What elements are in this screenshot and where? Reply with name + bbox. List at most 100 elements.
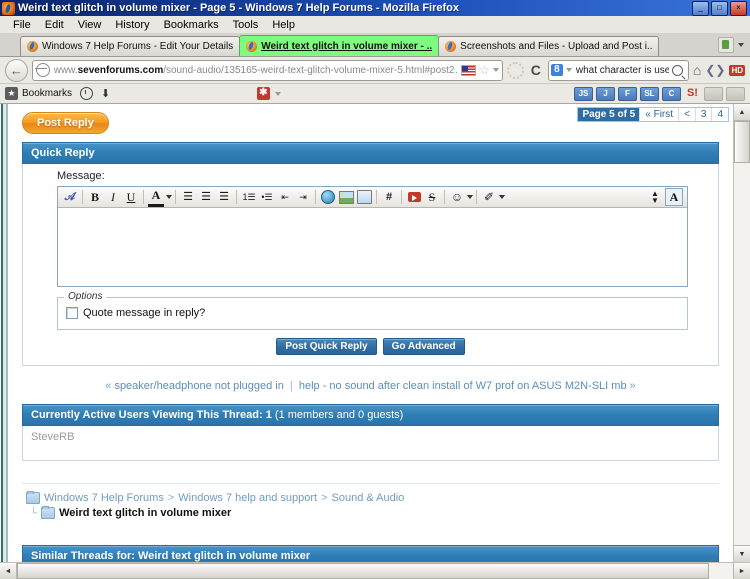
text-size-icon[interactable]: ▲ ▼	[647, 189, 663, 205]
bullet-list-icon[interactable]: •☰	[259, 189, 275, 205]
browser-tab-3-label: Screenshots and Files - Upload and Post …	[460, 41, 653, 52]
insert-hash-icon[interactable]: #	[381, 189, 397, 205]
active-users-list: SteveRB	[22, 426, 719, 461]
menu-item-file[interactable]: File	[6, 18, 38, 32]
breadcrumb-item-forums[interactable]: Windows 7 Help Forums	[44, 492, 164, 504]
search-engine-icon[interactable]: 8	[550, 64, 563, 76]
search-icon[interactable]	[671, 64, 683, 76]
horizontal-scrollbar[interactable]: ◄ ►	[0, 562, 750, 579]
attachment-icon[interactable]: ✐	[481, 189, 497, 205]
pagination-first[interactable]: « First	[639, 108, 679, 121]
quote-message-checkbox[interactable]	[66, 307, 78, 319]
browser-tab-2-active[interactable]: Weird text glitch in volume mixer - ..	[239, 35, 440, 56]
menu-item-bookmarks[interactable]: Bookmarks	[157, 18, 226, 32]
align-right-icon[interactable]: ☰	[216, 189, 232, 205]
insert-video-icon[interactable]	[406, 189, 422, 205]
insert-link-icon[interactable]	[320, 189, 336, 205]
addon-f-icon[interactable]: F	[617, 86, 637, 101]
scroll-left-button[interactable]: ◄	[0, 563, 17, 579]
breadcrumb-item-help[interactable]: Windows 7 help and support	[178, 492, 317, 504]
insert-image-icon[interactable]	[338, 189, 354, 205]
message-textarea[interactable]	[58, 208, 687, 286]
wysiwyg-toggle-icon[interactable]: A	[665, 188, 683, 206]
menu-item-view[interactable]: View	[71, 18, 109, 32]
bold-icon[interactable]: B	[87, 189, 103, 205]
smilie-icon[interactable]: ☺	[449, 189, 465, 205]
vertical-scrollbar[interactable]: ▲ ▼	[733, 104, 750, 562]
breadcrumb-item-sound[interactable]: Sound & Audio	[332, 492, 405, 504]
addon-disabled-icon-1[interactable]	[703, 86, 723, 101]
chevron-down-icon[interactable]	[499, 195, 505, 199]
insert-quote-icon[interactable]	[356, 189, 372, 205]
reload-button[interactable]: C	[528, 62, 544, 78]
browser-tab-1[interactable]: Windows 7 Help Forums - Edit Your Detail…	[20, 36, 241, 56]
menu-item-history[interactable]: History	[108, 18, 156, 32]
close-button[interactable]: ×	[730, 0, 747, 16]
addon-status-icons: JS J F SL C S!	[573, 86, 745, 101]
bookmarks-folder-icon[interactable]: ★	[5, 87, 18, 100]
pagination-page-3[interactable]: 3	[694, 108, 712, 121]
chevron-down-icon[interactable]	[565, 68, 572, 72]
hd-badge-icon[interactable]: HD	[729, 64, 745, 76]
downloads-icon[interactable]: ⬇	[101, 87, 110, 100]
toolbar-separator	[143, 190, 144, 204]
addon-s-icon[interactable]: S!	[684, 87, 701, 100]
addon-sl-icon[interactable]: SL	[639, 86, 659, 101]
font-color-icon[interactable]: A	[148, 188, 164, 207]
scroll-right-button[interactable]: ►	[733, 563, 750, 579]
addon-disabled-icon-2[interactable]	[725, 86, 745, 101]
ordered-list-icon[interactable]: 1☰	[241, 189, 257, 205]
back-button[interactable]: ←	[5, 58, 28, 82]
scroll-up-button[interactable]: ▲	[734, 104, 750, 121]
breadcrumb-path: Windows 7 Help Forums > Windows 7 help a…	[26, 491, 715, 504]
chevron-down-icon[interactable]	[738, 43, 744, 47]
go-advanced-button[interactable]: Go Advanced	[382, 338, 465, 355]
italic-icon[interactable]: I	[105, 189, 121, 205]
quote-option-row[interactable]: Quote message in reply?	[66, 304, 679, 319]
prev-thread-link[interactable]: speaker/headphone not plugged in	[114, 380, 283, 392]
minimize-button[interactable]: _	[692, 0, 709, 16]
vertical-scroll-thumb[interactable]	[734, 121, 750, 163]
addon-c-icon[interactable]: C	[661, 86, 681, 101]
post-quick-reply-button[interactable]: Post Quick Reply	[276, 338, 377, 355]
history-clock-icon[interactable]	[80, 87, 94, 100]
maximize-button[interactable]: □	[711, 0, 728, 16]
search-bar[interactable]: 8 what character is used i	[547, 59, 689, 81]
menu-item-tools[interactable]: Tools	[226, 18, 266, 32]
search-input[interactable]: what character is used i	[576, 65, 669, 76]
outdent-icon[interactable]: ⇤	[277, 189, 293, 205]
chevron-down-icon[interactable]	[467, 195, 473, 199]
chevron-down-icon[interactable]	[166, 195, 172, 199]
address-bar[interactable]: www.sevenforums.com/sound-audio/135165-w…	[31, 59, 503, 81]
strikethrough-icon[interactable]: S	[424, 189, 440, 205]
remove-format-icon[interactable]: 𝒜	[62, 189, 78, 205]
session-manager-icon[interactable]	[718, 37, 734, 53]
vertical-scroll-track[interactable]	[734, 121, 750, 545]
pagination-page-4[interactable]: 4	[711, 108, 728, 121]
bookmarks-label[interactable]: Bookmarks	[22, 88, 72, 99]
toolbar-separator	[376, 190, 377, 204]
menu-item-help[interactable]: Help	[265, 18, 302, 32]
toolbar-separator	[236, 190, 237, 204]
adblock-icon[interactable]: ✱	[256, 87, 270, 100]
feather-icon[interactable]: ❮❯	[705, 63, 725, 77]
chevron-down-icon[interactable]	[274, 91, 281, 96]
post-reply-button[interactable]: Post Reply	[22, 112, 109, 134]
addon-j-icon[interactable]: J	[595, 86, 615, 101]
home-icon[interactable]: ⌂	[693, 62, 701, 78]
horizontal-scroll-thumb[interactable]	[17, 563, 709, 579]
scroll-down-button[interactable]: ▼	[734, 545, 750, 562]
align-center-icon[interactable]: ☰	[198, 189, 214, 205]
indent-icon[interactable]: ⇥	[295, 189, 311, 205]
horizontal-scroll-track[interactable]	[17, 563, 733, 579]
menu-item-edit[interactable]: Edit	[38, 18, 71, 32]
browser-tab-3[interactable]: Screenshots and Files - Upload and Post …	[438, 36, 660, 56]
bookmark-star-icon[interactable]: ☆	[479, 63, 490, 77]
active-user-name[interactable]: SteveRB	[31, 431, 74, 443]
next-thread-link[interactable]: help - no sound after clean install of W…	[299, 380, 627, 392]
underline-icon[interactable]: U	[123, 189, 139, 205]
chevron-down-icon[interactable]	[492, 68, 499, 72]
addon-js-icon[interactable]: JS	[573, 86, 593, 101]
align-left-icon[interactable]: ☰	[180, 189, 196, 205]
pagination-prev[interactable]: <	[678, 108, 695, 121]
